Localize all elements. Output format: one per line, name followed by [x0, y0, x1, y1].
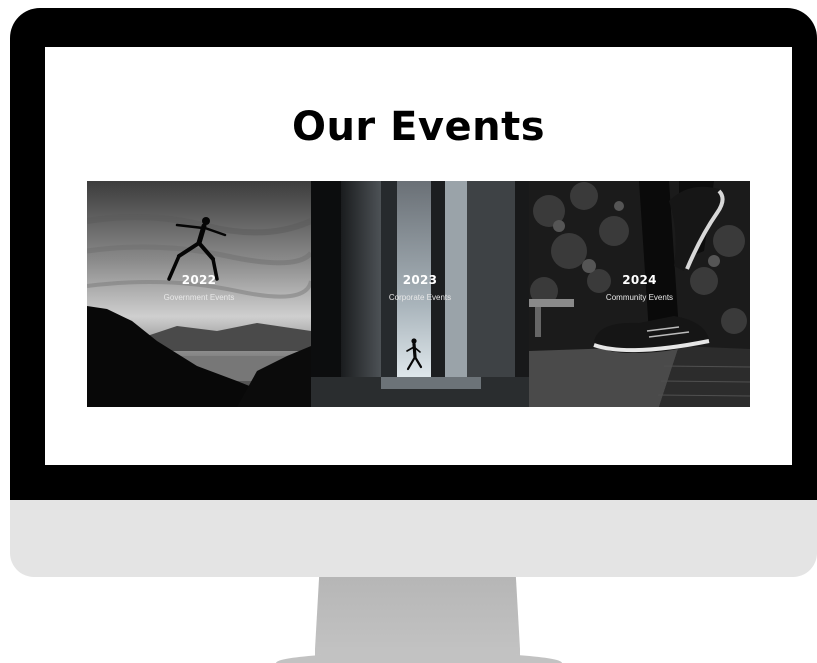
event-card-2024[interactable]: 2024 Community Events [529, 181, 750, 407]
event-category: Corporate Events [388, 293, 452, 302]
event-year: 2024 [622, 273, 657, 287]
event-category: Community Events [605, 293, 674, 302]
monitor-screen: Our Events 2022 Government Events 2023 C… [45, 47, 792, 465]
events-gallery: 2022 Government Events 2023 Corporate Ev… [87, 181, 750, 407]
page-title: Our Events [291, 104, 546, 150]
event-card-2023[interactable]: 2023 Corporate Events [311, 181, 529, 407]
monitor-chin [10, 500, 817, 577]
monitor-stand [315, 577, 520, 657]
event-year: 2022 [181, 273, 217, 287]
event-card-2022[interactable]: 2022 Government Events [87, 181, 311, 407]
event-category: Government Events [163, 293, 235, 302]
event-year: 2023 [402, 273, 438, 287]
